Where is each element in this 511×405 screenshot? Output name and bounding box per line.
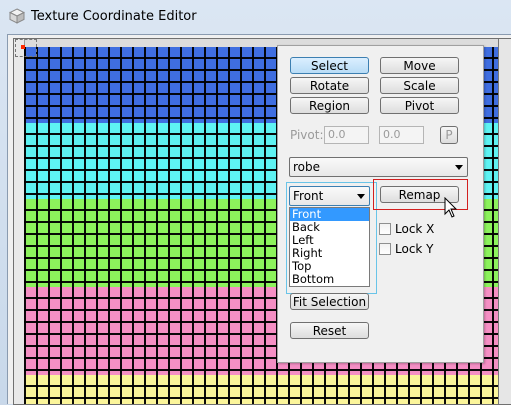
selected-vertex-dot	[21, 45, 25, 49]
move-button[interactable]: Move	[380, 57, 459, 74]
viewport-right-strip	[498, 39, 511, 404]
projection-dropdown-list: Front Back Left Right Top Bottom	[289, 207, 370, 287]
chevron-down-icon	[357, 194, 365, 199]
mouse-pointer-icon	[444, 197, 458, 218]
cube-icon	[9, 8, 25, 24]
pivot-label: Pivot:	[290, 128, 324, 142]
projection-select[interactable]: Front	[289, 186, 370, 206]
texture-coordinate-editor-window: Texture Coordinate Editor Select Move Ro…	[0, 0, 511, 405]
selection-marquee[interactable]	[15, 39, 37, 57]
projection-select-value: Front	[293, 189, 324, 203]
uv-grid-band-yellow[interactable]	[24, 375, 511, 404]
material-select[interactable]: robe	[289, 157, 468, 177]
region-button[interactable]: Region	[290, 97, 369, 114]
lock-x-checkbox[interactable]	[379, 223, 391, 235]
lock-y-checkbox[interactable]	[379, 243, 391, 255]
title-bar[interactable]: Texture Coordinate Editor	[0, 0, 511, 34]
pivot-p-button[interactable]: P	[440, 126, 458, 144]
pivot-button[interactable]: Pivot	[380, 97, 459, 114]
pivot-y-field[interactable]: 0.0	[379, 126, 424, 144]
pivot-x-field[interactable]: 0.0	[324, 126, 369, 144]
rotate-button[interactable]: Rotate	[290, 77, 369, 94]
lock-y-label[interactable]: Lock Y	[395, 242, 434, 256]
window-title: Texture Coordinate Editor	[31, 9, 197, 24]
projection-option-bottom[interactable]: Bottom	[290, 273, 369, 286]
select-button[interactable]: Select	[290, 57, 369, 74]
scale-button[interactable]: Scale	[380, 77, 459, 94]
fit-selection-button[interactable]: Fit Selection	[290, 293, 369, 310]
material-select-value: robe	[293, 160, 321, 174]
chevron-down-icon	[455, 165, 463, 170]
reset-button[interactable]: Reset	[290, 322, 369, 339]
lock-x-label[interactable]: Lock X	[395, 222, 434, 236]
